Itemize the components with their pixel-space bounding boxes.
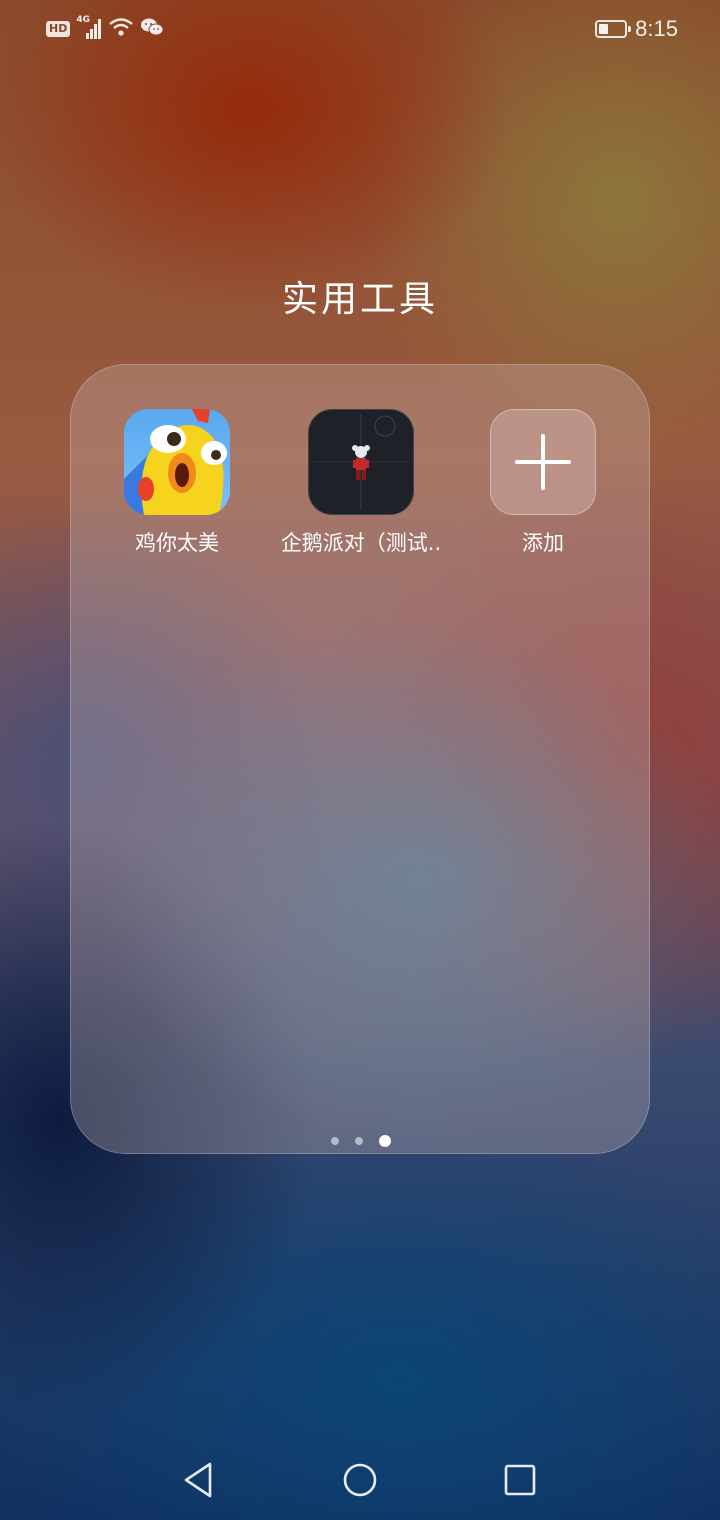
signal-icon: 4G xyxy=(76,15,102,41)
app-label: 鸡你太美 xyxy=(135,531,219,555)
app-label: 企鹅派对（测试.. xyxy=(280,531,442,555)
clock: 8:15 xyxy=(635,16,678,41)
page-indicator[interactable] xyxy=(71,1135,651,1147)
hd-icon: HD xyxy=(46,21,71,37)
add-app-button[interactable]: 添加 xyxy=(453,409,633,557)
navigation-bar xyxy=(0,1440,720,1520)
home-circle-icon[interactable] xyxy=(338,1458,382,1502)
folder-title[interactable]: 实用工具 xyxy=(0,270,720,322)
page-dot-active[interactable] xyxy=(379,1135,391,1147)
battery-level xyxy=(599,24,609,34)
app-label: 添加 xyxy=(522,531,564,555)
recent-square-icon[interactable] xyxy=(498,1458,542,1502)
wechat-icon xyxy=(140,16,164,42)
network-type-label: 4G xyxy=(76,15,90,25)
wifi-icon xyxy=(108,16,134,42)
status-bar: HD 4G 8:15 xyxy=(0,0,720,58)
status-icons-left: HD 4G xyxy=(46,15,164,42)
plus-icon[interactable] xyxy=(490,409,596,515)
chicken-game-icon[interactable] xyxy=(124,409,230,515)
battery-icon xyxy=(595,20,632,38)
page-dot[interactable] xyxy=(355,1137,363,1145)
status-icons-right: 8:15 xyxy=(595,14,678,44)
penguin-party-icon[interactable] xyxy=(308,409,414,515)
back-triangle-icon[interactable] xyxy=(178,1458,222,1502)
page-dot[interactable] xyxy=(331,1137,339,1145)
app-penguin-party[interactable]: 企鹅派对（测试.. xyxy=(271,409,451,557)
app-chicken-game[interactable]: 鸡你太美 xyxy=(87,409,267,557)
folder-panel: 鸡你太美 企鹅派对（测试.. 添加 xyxy=(70,364,650,1154)
